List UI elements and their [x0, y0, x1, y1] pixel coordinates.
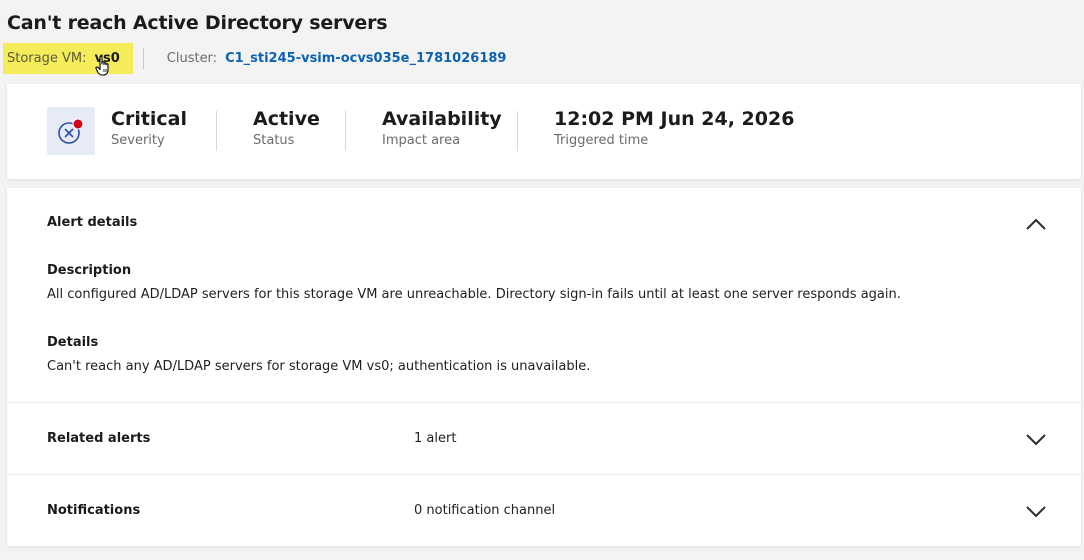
stat-divider [345, 111, 346, 151]
impact-value: Availability [382, 108, 502, 130]
triggered-value: 12:02 PM Jun 24, 2026 [554, 108, 795, 130]
section-divider [7, 474, 1081, 475]
status-label: Status [253, 133, 295, 148]
notifications-header[interactable]: Notifications [47, 503, 140, 518]
breadcrumb: Storage VM: vs0 Cluster: C1_sti245-vsim-… [3, 43, 506, 76]
cluster-link[interactable]: C1_sti245-vsim-ocvs035e_1781026189 [225, 51, 506, 66]
details-text: Can't reach any AD/LDAP servers for stor… [47, 359, 591, 374]
impact-label: Impact area [382, 133, 461, 148]
status-stat: Active Status [253, 107, 320, 148]
alert-details-card: Alert details Description All configured… [7, 188, 1081, 546]
cluster-label: Cluster: [166, 51, 218, 66]
severity-label: Severity [111, 133, 165, 148]
hand-pointer-cursor-icon [95, 55, 109, 76]
alert-summary-card: Critical Severity Active Status Availabi… [7, 84, 1081, 179]
page-title: Can't reach Active Directory servers [7, 12, 388, 34]
alert-details-header[interactable]: Alert details [47, 215, 137, 230]
impact-stat: Availability Impact area [382, 107, 502, 148]
details-heading: Details [47, 335, 99, 350]
storage-vm-label: Storage VM: [7, 51, 87, 66]
chevron-up-icon[interactable] [1025, 217, 1047, 231]
section-divider [7, 402, 1081, 403]
critical-x-circle-icon [58, 118, 84, 144]
severity-value: Critical [111, 108, 188, 130]
related-alerts-header[interactable]: Related alerts [47, 431, 150, 446]
stat-divider [216, 111, 217, 151]
chevron-down-icon[interactable] [1025, 505, 1047, 519]
triggered-label: Triggered time [554, 133, 649, 148]
description-text: All configured AD/LDAP servers for this … [47, 287, 901, 302]
storage-vm-highlight: Storage VM: vs0 [3, 43, 133, 76]
chevron-down-icon[interactable] [1025, 433, 1047, 447]
notifications-count: 0 notification channel [414, 503, 556, 518]
status-value: Active [253, 108, 320, 130]
severity-icon-box [47, 107, 95, 155]
severity-stat: Critical Severity [111, 107, 187, 148]
related-alerts-count: 1 alert [414, 431, 457, 446]
stat-divider [517, 111, 518, 151]
triggered-stat: 12:02 PM Jun 24, 2026 Triggered time [554, 107, 794, 148]
description-heading: Description [47, 263, 132, 278]
breadcrumb-divider [142, 48, 144, 69]
